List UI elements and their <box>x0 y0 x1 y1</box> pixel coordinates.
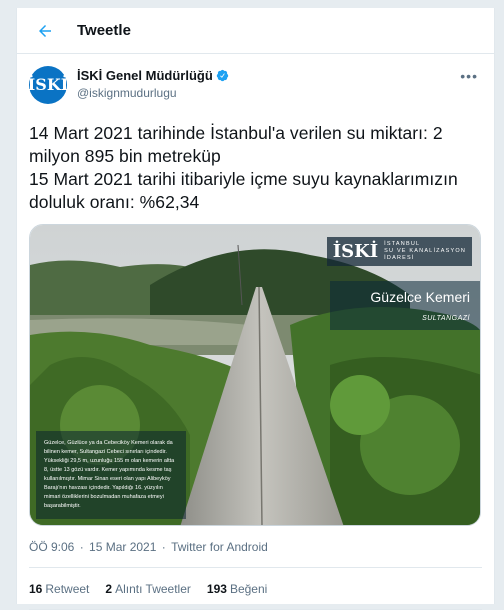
iski-logo: İSKİ İSTANBUL SU VE KANALİZASYON İDARESİ <box>326 237 472 266</box>
arrow-left-icon <box>39 24 51 37</box>
likes-label: Beğeni <box>229 581 268 596</box>
tweet-time[interactable]: ÖÖ 9:06 <box>29 540 74 554</box>
tweet-meta: ÖÖ 9:06 · 15 Mar 2021 · Twitter for Andr… <box>29 540 482 568</box>
likes-stat[interactable]: 193 Beğeni <box>207 582 267 596</box>
likes-count: 193 <box>206 581 227 596</box>
place-district: SULTANGAZİ <box>422 315 470 322</box>
retweets-label: Retweet <box>45 581 90 596</box>
more-options-icon[interactable]: ••• <box>460 68 478 84</box>
tweet-header: İSKİ İSKİ Genel Müdürlüğü @iskignmudurlu… <box>27 66 482 108</box>
top-bar: Tweetle <box>17 8 494 54</box>
tweet-text: 14 Mart 2021 tarihinde İstanbul'a verile… <box>29 123 458 212</box>
verified-icon <box>216 69 228 82</box>
tweet-source[interactable]: Twitter for Android <box>171 540 268 554</box>
page-title: Tweetle <box>77 22 131 39</box>
tweet: İSKİ İSKİ Genel Müdürlüğü @iskignmudurlu… <box>17 54 494 610</box>
quotes-count: 2 <box>105 581 113 596</box>
author-name[interactable]: İSKİ Genel Müdürlüğü <box>77 68 213 83</box>
back-button[interactable] <box>31 17 59 45</box>
logo-line-3: İDARESİ <box>384 255 415 261</box>
place-name: Güzelce Kemeri <box>370 289 470 305</box>
retweets-count: 16 <box>29 581 43 596</box>
author-names: İSKİ Genel Müdürlüğü @iskignmudurlugu <box>77 68 229 100</box>
photo-description: Güzelce, Güzlüce ya da Cebeciköy Kemeri … <box>36 431 186 519</box>
avatar[interactable]: İSKİ <box>27 66 69 104</box>
tweet-date[interactable]: 15 Mar 2021 <box>89 540 156 554</box>
tweet-page: Tweetle İSKİ İSKİ Genel Müdürlüğü @iskig… <box>16 8 495 610</box>
tweet-image[interactable]: İSKİ İSTANBUL SU VE KANALİZASYON İDARESİ… <box>29 224 481 526</box>
logo-line-2: SU VE KANALİZASYON <box>384 248 466 254</box>
logo-line-1: İSTANBUL <box>384 241 421 247</box>
retweets-stat[interactable]: 16 Retweet <box>29 582 89 596</box>
avatar-logo: İSKİ <box>27 75 69 94</box>
quotes-stat[interactable]: 2 Alıntı Tweetler <box>105 582 191 596</box>
place-caption: Güzelce Kemeri SULTANGAZİ <box>330 281 480 330</box>
quotes-label: Alıntı Tweetler <box>115 581 191 596</box>
author-handle[interactable]: @iskignmudurlugu <box>77 86 229 100</box>
iski-logo-mark: İSKİ <box>332 240 379 262</box>
